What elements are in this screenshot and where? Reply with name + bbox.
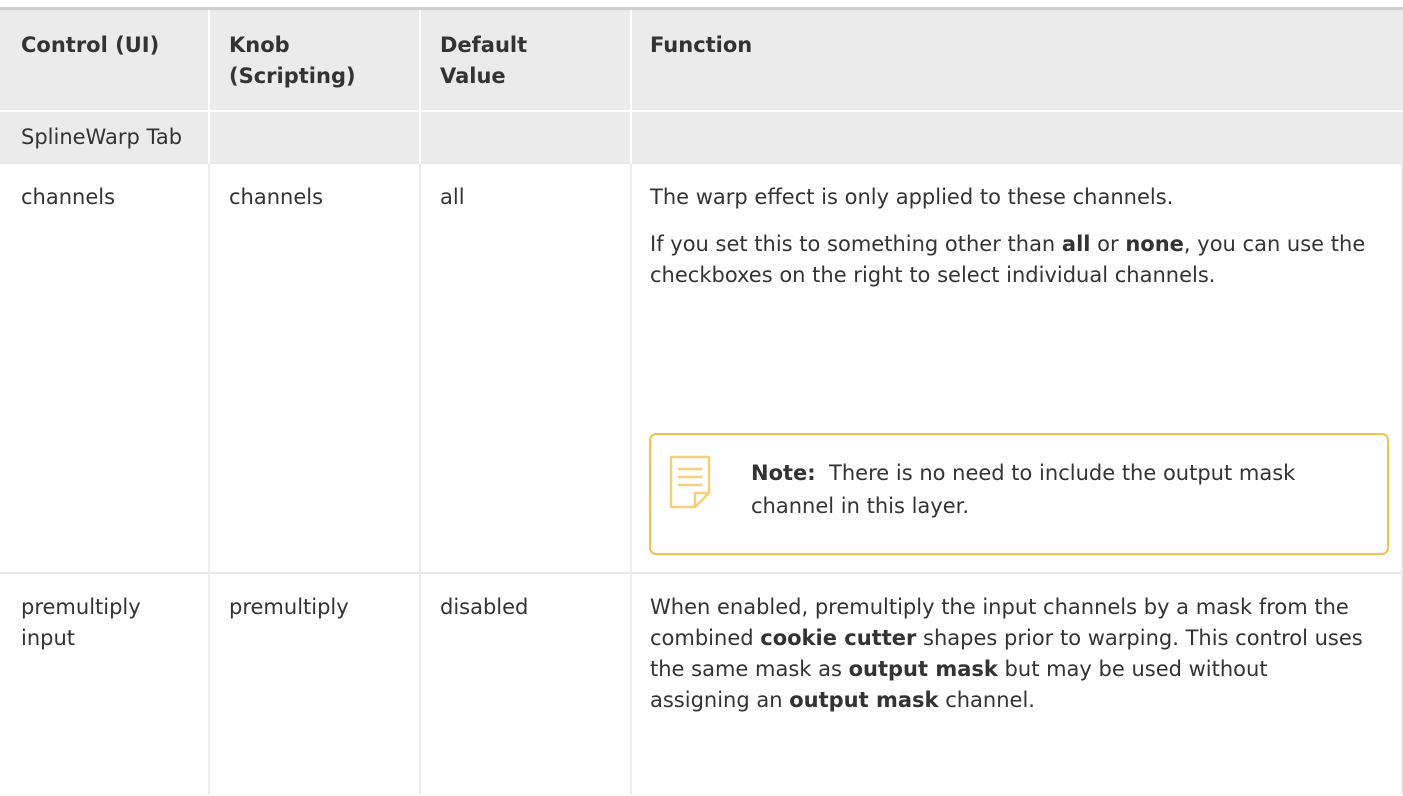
cell-knob: channels [229, 185, 324, 209]
header-default-line1: Default [440, 33, 528, 57]
table-header-row: Control (UI) Knob (Scripting) Default Va… [0, 7, 1403, 113]
function-paragraph: If you set this to something other than … [650, 229, 1370, 291]
header-knob: Knob (Scripting) [229, 30, 419, 92]
bold-text: output mask [789, 688, 939, 712]
cell-control: channels [21, 185, 116, 209]
text-run: If you set this to something other than [650, 232, 1062, 256]
section-title: SplineWarp Tab [21, 125, 183, 149]
cell-default: disabled [440, 595, 529, 619]
bold-text: all [1061, 232, 1091, 256]
parameter-table: Control (UI) Knob (Scripting) Default Va… [0, 0, 1403, 796]
note-callout: Note: There is no need to include the ou… [649, 433, 1389, 555]
header-default: Default Value [440, 30, 630, 92]
column-divider [419, 164, 421, 794]
bold-text: none [1125, 232, 1184, 256]
header-knob-line2: (Scripting) [229, 64, 356, 88]
function-paragraph: The warp effect is only applied to these… [650, 185, 1174, 209]
text-run: or [1090, 232, 1126, 256]
column-divider [630, 164, 632, 794]
header-function: Function [650, 33, 753, 57]
cell-control-line1: premultiply [21, 595, 141, 619]
cell-default: all [440, 185, 465, 209]
table-row: premultiply input premultiply disabled W… [0, 572, 1403, 796]
header-knob-line1: Knob [229, 33, 290, 57]
cell-control: premultiply input [21, 592, 206, 654]
column-divider [208, 164, 210, 794]
function-paragraph: When enabled, premultiply the input chan… [650, 592, 1370, 716]
header-control: Control (UI) [21, 33, 160, 57]
bold-text: output mask [848, 657, 998, 681]
note-text: Note: There is no need to include the ou… [751, 457, 1351, 523]
section-row: SplineWarp Tab [0, 110, 1403, 164]
text-run: channel. [938, 688, 1035, 712]
cell-knob: premultiply [229, 595, 349, 619]
note-icon [669, 455, 711, 509]
cell-function: The warp effect is only applied to these… [650, 182, 1370, 291]
note-label: Note: [751, 461, 816, 485]
note-body: There is no need to include the output m… [751, 461, 1303, 518]
cell-control-line2: input [21, 626, 76, 650]
cell-function: When enabled, premultiply the input chan… [650, 592, 1370, 716]
bold-text: cookie cutter [760, 626, 917, 650]
header-default-line2: Value [440, 64, 506, 88]
